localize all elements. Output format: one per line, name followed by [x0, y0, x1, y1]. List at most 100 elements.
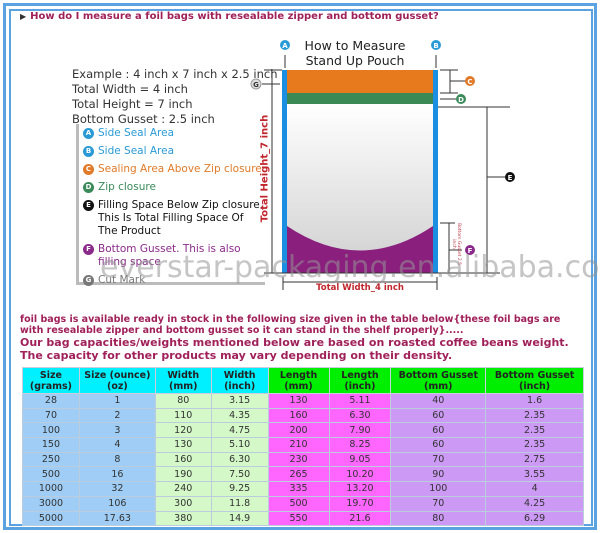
- table-cell: 550: [267, 510, 330, 527]
- table-row: 150 4 130 5.10 210 8.25 60 2.35: [22, 437, 584, 453]
- svg-text:G: G: [253, 81, 259, 89]
- header-line: (grams): [29, 380, 73, 392]
- sealing-area: [287, 70, 433, 93]
- table-cell: 8: [78, 451, 156, 468]
- svg-text:C: C: [467, 78, 472, 86]
- table-cell: 9.25: [210, 481, 269, 497]
- table-cell: 2.75: [485, 451, 584, 468]
- table-cell: 32: [78, 481, 156, 497]
- table-cell: 110: [154, 407, 212, 424]
- table-cell: 3.15: [210, 393, 269, 409]
- table-cell: 240: [154, 481, 212, 497]
- header-line: (inch): [224, 380, 256, 392]
- column-header: Size (ounce) (oz): [78, 367, 156, 394]
- table-cell: 230: [267, 451, 330, 468]
- table-cell: 19.70: [328, 495, 392, 512]
- table-cell: 6.29: [485, 510, 584, 527]
- table-cell: 300: [154, 495, 212, 512]
- table-cell: 500: [22, 466, 80, 483]
- table-cell: 150: [22, 437, 80, 453]
- table-cell: 100: [22, 422, 80, 439]
- table-cell: 3000: [22, 495, 80, 512]
- table-cell: 40: [390, 393, 487, 409]
- table-cell: 6.30: [328, 407, 392, 424]
- table-row: 3000 106 300 11.8 500 19.70 70 4.25: [22, 495, 584, 512]
- table-cell: 28: [22, 393, 80, 409]
- column-header: Bottom Gusset (mm): [390, 367, 487, 394]
- table-cell: 160: [267, 407, 330, 424]
- column-header: Width (inch): [210, 367, 269, 394]
- header-line: Size: [39, 369, 62, 381]
- table-cell: 100: [390, 481, 487, 497]
- table-cell: 335: [267, 481, 330, 497]
- table-cell: 11.8: [210, 495, 269, 512]
- table-cell: 70: [390, 451, 487, 468]
- table-cell: 70: [390, 495, 487, 512]
- table-row: 500 16 190 7.50 265 10.20 90 3.55: [22, 466, 584, 483]
- side-seal-a: [282, 70, 287, 273]
- table-cell: 4: [78, 437, 156, 453]
- svg-text:A: A: [282, 42, 288, 50]
- intro-text: foil bags is available ready in stock in…: [20, 314, 561, 336]
- table-row: 28 1 80 3.15 130 5.11 40 1.6: [22, 393, 584, 409]
- table-cell: 106: [78, 495, 156, 512]
- table-cell: 3.55: [485, 466, 584, 483]
- zip-closure: [287, 93, 433, 104]
- capacity-note: Our bag capacities/weights mentioned bel…: [20, 336, 569, 362]
- header-line: (mm): [424, 380, 453, 392]
- table-cell: 380: [154, 510, 212, 527]
- header-line: Size (ounce): [84, 369, 151, 381]
- table-cell: 90: [390, 466, 487, 483]
- column-header: Length (inch): [328, 367, 392, 394]
- table-cell: 2.35: [485, 407, 584, 424]
- column-header: Length (mm): [267, 367, 330, 394]
- table-cell: 1000: [22, 481, 80, 497]
- column-header: Size (grams): [22, 367, 80, 394]
- table-cell: 8.25: [328, 437, 392, 453]
- table-cell: 160: [154, 451, 212, 468]
- table-cell: 190: [154, 466, 212, 483]
- table-cell: 250: [22, 451, 80, 468]
- table-cell: 21.6: [328, 510, 392, 527]
- table-cell: 6.30: [210, 451, 269, 468]
- table-cell: 130: [154, 437, 212, 453]
- table-cell: 4.75: [210, 422, 269, 439]
- table-row: 70 2 110 4.35 160 6.30 60 2.35: [22, 407, 584, 424]
- table-cell: 130: [267, 393, 330, 409]
- table-cell: 13.20: [328, 481, 392, 497]
- table-cell: 14.9: [210, 510, 269, 527]
- table-cell: 4: [485, 481, 584, 497]
- svg-text:E: E: [508, 174, 513, 182]
- table-cell: 17.63: [78, 510, 156, 527]
- column-header: Bottom Gusset (inch): [485, 367, 584, 394]
- column-header: Width (mm): [154, 367, 212, 394]
- table-cell: 1: [78, 393, 156, 409]
- table-cell: 80: [154, 393, 212, 409]
- table-row: 100 3 120 4.75 200 7.90 60 2.35: [22, 422, 584, 439]
- table-cell: 2.35: [485, 437, 584, 453]
- table-cell: 60: [390, 407, 487, 424]
- table-cell: 60: [390, 437, 487, 453]
- table-cell: 265: [267, 466, 330, 483]
- svg-text:B: B: [433, 42, 438, 50]
- table-cell: 4.35: [210, 407, 269, 424]
- table-cell: 120: [154, 422, 212, 439]
- watermark: everstar-packaging.en.alibaba.com: [100, 250, 600, 285]
- table-cell: 70: [22, 407, 80, 424]
- table-cell: 60: [390, 422, 487, 439]
- table-cell: 7.90: [328, 422, 392, 439]
- header-line: Bottom Gusset: [494, 369, 575, 381]
- svg-text:D: D: [458, 96, 464, 104]
- header-line: Length: [279, 369, 318, 381]
- header-line: Length: [341, 369, 379, 381]
- table-cell: 4.25: [485, 495, 584, 512]
- table-cell: 5.10: [210, 437, 269, 453]
- table-cell: 10.20: [328, 466, 392, 483]
- header-line: Width: [167, 369, 200, 381]
- header-line: (inch): [519, 380, 551, 392]
- table-cell: 200: [267, 422, 330, 439]
- side-seal-b: [433, 70, 438, 273]
- header-line: (mm): [284, 380, 313, 392]
- size-table: Size (grams) Size (ounce) (oz) Width (mm) Widt…: [22, 367, 584, 527]
- table-cell: 5.11: [328, 393, 392, 409]
